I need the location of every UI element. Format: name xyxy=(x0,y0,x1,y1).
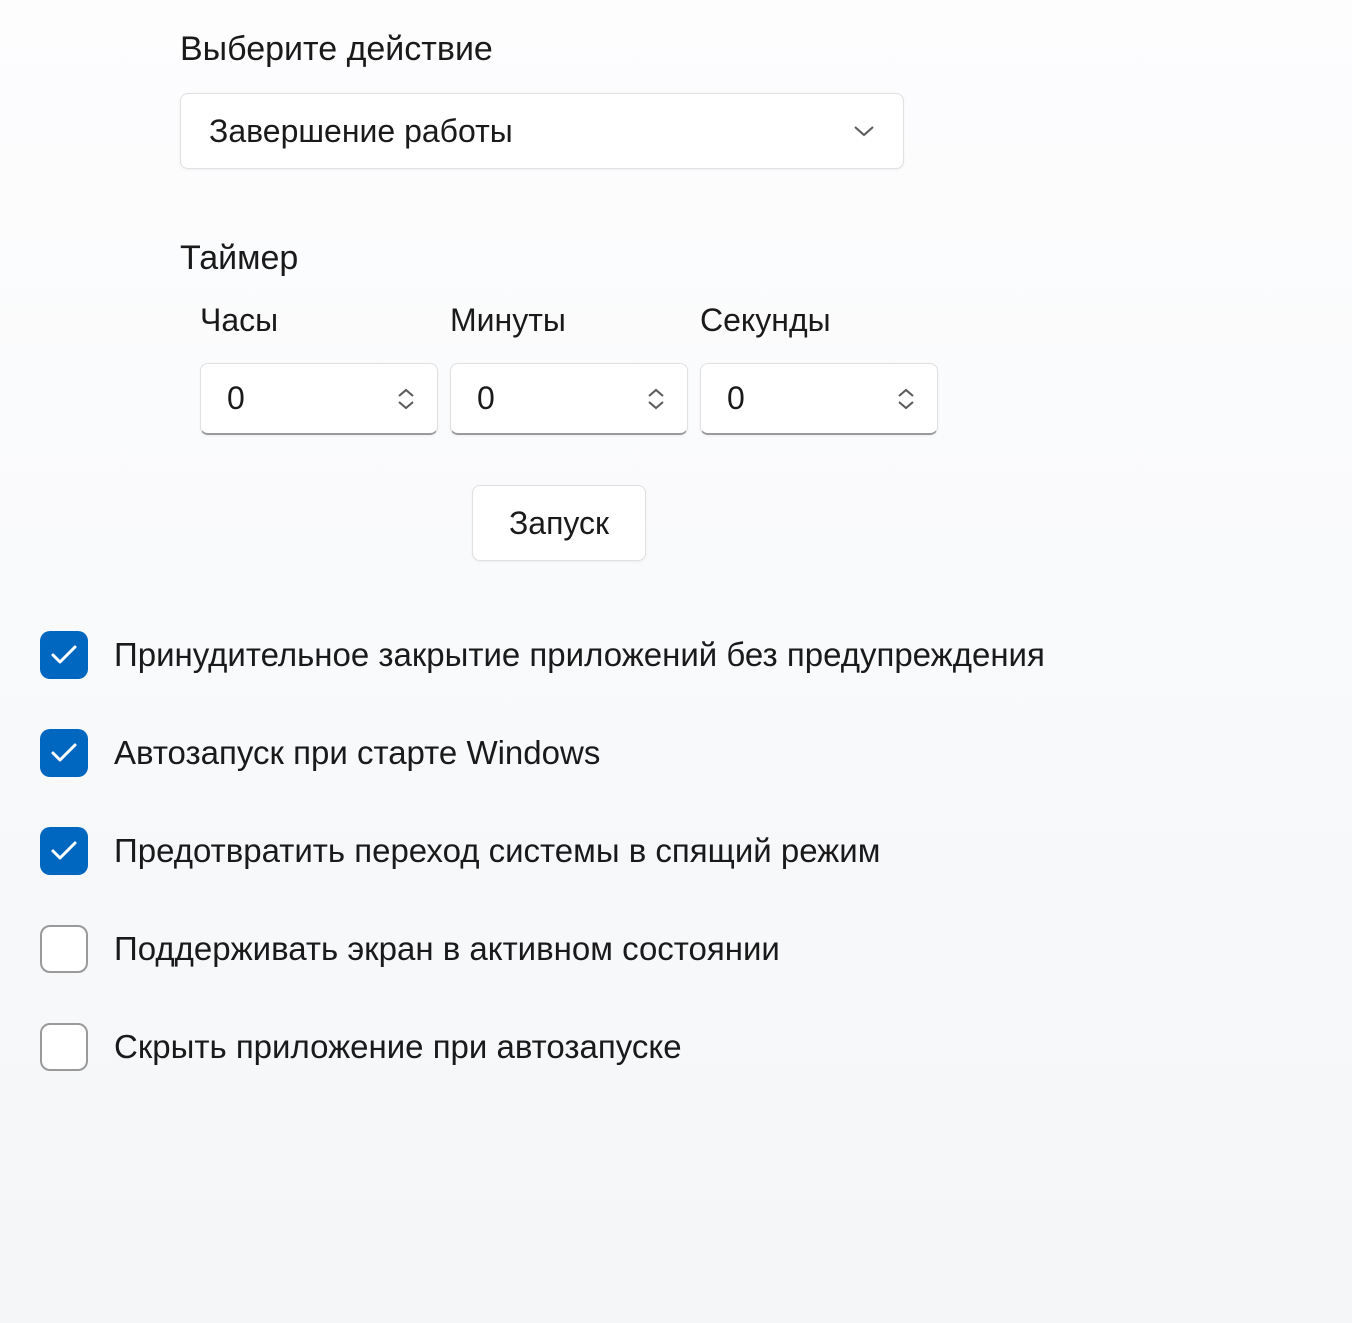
hide-on-autostart-checkbox[interactable] xyxy=(40,1023,88,1071)
minutes-value: 0 xyxy=(477,380,495,417)
seconds-stepper[interactable]: 0 xyxy=(700,363,938,435)
start-button[interactable]: Запуск xyxy=(472,485,646,561)
action-dropdown-value: Завершение работы xyxy=(209,113,513,150)
hours-stepper[interactable]: 0 xyxy=(200,363,438,435)
seconds-label: Секунды xyxy=(700,302,938,339)
keep-screen-active-checkbox[interactable] xyxy=(40,925,88,973)
seconds-value: 0 xyxy=(727,380,745,417)
autostart-label: Автозапуск при старте Windows xyxy=(114,734,600,772)
action-dropdown[interactable]: Завершение работы xyxy=(180,93,904,169)
timer-label: Таймер xyxy=(180,239,1272,278)
select-action-label: Выберите действие xyxy=(180,30,1272,69)
prevent-sleep-label: Предотвратить переход системы в спящий р… xyxy=(114,832,880,870)
minutes-stepper[interactable]: 0 xyxy=(450,363,688,435)
hours-label: Часы xyxy=(200,302,438,339)
stepper-arrows-icon xyxy=(895,388,917,410)
prevent-sleep-checkbox[interactable] xyxy=(40,827,88,875)
force-close-checkbox[interactable] xyxy=(40,631,88,679)
chevron-down-icon xyxy=(853,120,875,142)
hours-value: 0 xyxy=(227,380,245,417)
force-close-label: Принудительное закрытие приложений без п… xyxy=(114,636,1045,674)
stepper-arrows-icon xyxy=(645,388,667,410)
hide-on-autostart-label: Скрыть приложение при автозапуске xyxy=(114,1028,682,1066)
stepper-arrows-icon xyxy=(395,388,417,410)
keep-screen-active-label: Поддерживать экран в активном состоянии xyxy=(114,930,780,968)
minutes-label: Минуты xyxy=(450,302,688,339)
autostart-checkbox[interactable] xyxy=(40,729,88,777)
